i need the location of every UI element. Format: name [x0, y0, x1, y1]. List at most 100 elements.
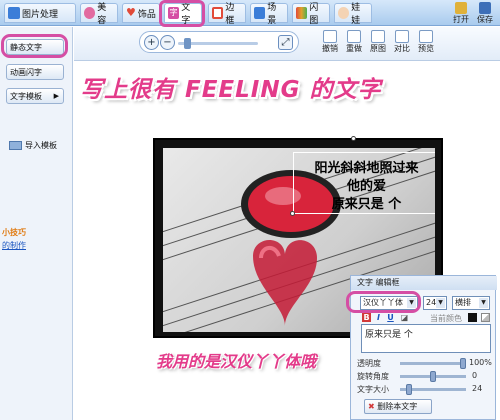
panel-title: 文字 编辑框	[351, 276, 497, 290]
save-label: 保存	[477, 15, 493, 24]
caption-line-2: 他的爱	[346, 179, 386, 194]
current-color-label: 当前颜色	[430, 314, 462, 323]
tip-title: 小技巧	[2, 228, 26, 237]
caption-line-3: 原来只是 个	[331, 197, 402, 212]
doll-icon	[338, 7, 350, 19]
caption-line-1: 阳光斜斜地照过来	[314, 161, 419, 176]
tab-image-processing[interactable]: 图片处理	[4, 3, 76, 23]
save-button[interactable]: 保存	[477, 2, 493, 25]
redo-button[interactable]: 重做	[343, 30, 365, 54]
highlight-ring-text-tab	[159, 0, 205, 27]
opacity-slider[interactable]	[400, 358, 466, 369]
headline-annotation: 写上很有 FEELING 的文字	[80, 77, 382, 103]
delete-text-button[interactable]: ✖ 删除本文字	[364, 399, 432, 414]
chevron-down-icon: ▼	[436, 298, 445, 308]
flash-icon	[296, 7, 308, 19]
scene-icon	[254, 7, 266, 19]
image-icon	[8, 7, 20, 19]
left-sidebar	[0, 27, 73, 420]
opacity-slider-knob[interactable]	[460, 358, 466, 369]
size-value: 24	[426, 298, 437, 307]
orientation-value: 横排	[455, 298, 471, 307]
toolbar: + − ⤢ 撤销 重做 原图 对比 预览	[74, 27, 500, 61]
tab-label: 闪图	[309, 3, 319, 26]
redo-icon	[347, 30, 361, 43]
rotate-label: 旋转角度	[357, 372, 389, 381]
animated-text-label: 动画闪字	[10, 67, 42, 77]
zoom-control: + − ⤢	[139, 31, 299, 53]
top-tab-bar: 图片处理 美容 ♥ 饰品 字 文字 边框 场景 闪图 娃娃 打开 保存	[0, 0, 500, 26]
text-template-button[interactable]: 文字模板 ▶	[6, 88, 64, 104]
highlight-ring-static-text	[1, 34, 68, 58]
tab-label: 美容	[97, 3, 107, 26]
tab-scene[interactable]: 场景	[250, 3, 288, 26]
import-template-button[interactable]: 导入模板	[6, 137, 64, 153]
highlight-ring-font-select	[346, 291, 421, 313]
delete-icon: ✖	[368, 402, 375, 411]
tab-label: 场景	[267, 3, 277, 26]
compare-icon	[395, 30, 409, 43]
redo-label: 重做	[346, 44, 362, 53]
import-template-label: 导入模板	[25, 140, 57, 150]
orientation-select[interactable]: 横排 ▼	[452, 296, 490, 310]
folder-icon	[455, 2, 467, 14]
zoom-out-icon[interactable]: −	[160, 35, 175, 50]
fontsize-slider-knob[interactable]	[406, 384, 412, 395]
save-icon	[479, 2, 491, 14]
opacity-label: 透明度	[357, 359, 381, 368]
tab-label: 边框	[225, 3, 235, 26]
undo-label: 撤销	[322, 44, 338, 53]
opacity-value: 100%	[469, 358, 492, 367]
rotate-value: 0	[472, 371, 478, 380]
chevron-down-icon: ▼	[479, 298, 488, 308]
original-label: 原图	[370, 44, 386, 53]
text-overlay-box[interactable]: 阳光斜斜地照过来 他的爱 原来只是 个	[293, 152, 435, 214]
face-icon	[84, 7, 96, 19]
open-label: 打开	[453, 15, 469, 24]
heart-icon: ♥	[126, 6, 136, 19]
chevron-right-icon: ▶	[53, 92, 59, 100]
original-button[interactable]: 原图	[367, 30, 389, 54]
tab-label: 图片处理	[22, 9, 59, 20]
size-select[interactable]: 24 ▼	[423, 296, 447, 310]
tab-label: 娃娃	[351, 3, 361, 26]
animated-text-button[interactable]: 动画闪字	[6, 64, 64, 80]
resize-handle[interactable]	[290, 211, 295, 216]
preview-label: 预览	[418, 44, 434, 53]
open-button[interactable]: 打开	[453, 2, 469, 25]
tab-doll[interactable]: 娃娃	[334, 3, 372, 26]
tab-flash[interactable]: 闪图	[292, 3, 330, 26]
italic-button[interactable]: I	[374, 313, 383, 322]
zoom-slider-knob[interactable]	[184, 38, 191, 49]
undo-button[interactable]: 撤销	[319, 30, 341, 54]
bold-button[interactable]: B	[362, 313, 371, 322]
frame-icon	[212, 7, 224, 19]
color-swatch[interactable]	[468, 313, 477, 322]
rotate-slider[interactable]	[400, 371, 466, 382]
fontsize-slider[interactable]	[400, 384, 466, 395]
underline-button[interactable]: U	[386, 313, 395, 322]
color-picker-icon[interactable]	[481, 313, 490, 322]
rotate-handle[interactable]	[351, 136, 356, 141]
folder-icon	[9, 140, 22, 150]
fit-screen-icon[interactable]: ⤢	[278, 35, 293, 50]
tip-link[interactable]: 的制作	[2, 240, 26, 251]
undo-icon	[323, 30, 337, 43]
font-note-annotation: 我用的是汉仪丫丫体哦	[156, 352, 317, 371]
tab-beauty[interactable]: 美容	[80, 3, 118, 26]
delete-label: 删除本文字	[377, 402, 418, 411]
preview-button[interactable]: 预览	[415, 30, 437, 54]
fontsize-label: 文字大小	[357, 385, 389, 394]
text-template-label: 文字模板	[10, 91, 42, 101]
preview-icon	[419, 30, 433, 43]
text-content-input[interactable]: 原来只是 个	[361, 324, 491, 353]
zoom-in-icon[interactable]: +	[144, 35, 159, 50]
rotate-slider-knob[interactable]	[430, 371, 436, 382]
shadow-icon[interactable]: ◪	[400, 313, 409, 322]
tab-border[interactable]: 边框	[208, 3, 246, 26]
zoom-slider[interactable]	[178, 38, 258, 49]
compare-label: 对比	[394, 44, 410, 53]
tab-accessories[interactable]: ♥ 饰品	[122, 3, 160, 23]
compare-button[interactable]: 对比	[391, 30, 413, 54]
original-icon	[371, 30, 385, 43]
